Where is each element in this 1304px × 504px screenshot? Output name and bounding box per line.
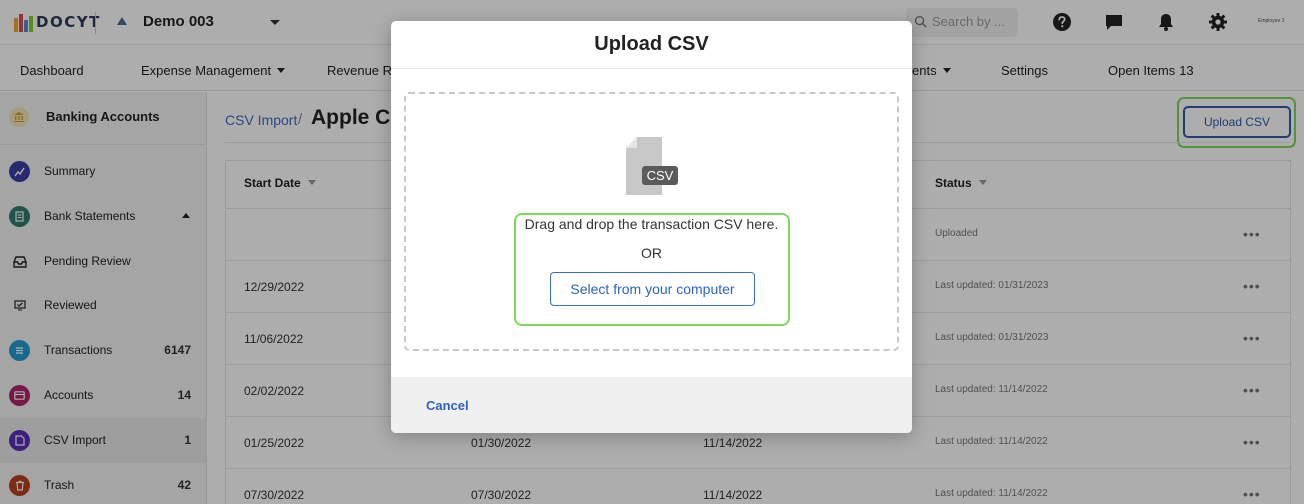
csv-file-icon: CSV <box>626 137 678 195</box>
select-from-computer-button[interactable]: Select from your computer <box>550 272 755 306</box>
modal-footer: Cancel <box>391 377 912 433</box>
cancel-button[interactable]: Cancel <box>426 398 469 413</box>
modal-title: Upload CSV <box>594 33 709 55</box>
csv-dropzone[interactable]: CSV Drag and drop the transaction CSV he… <box>404 92 899 351</box>
modal-divider <box>391 68 912 69</box>
upload-csv-modal: Upload CSV CSV Drag and drop the transac… <box>391 21 912 433</box>
csv-badge-text: CSV <box>647 168 674 183</box>
drop-instruction: Drag and drop the transaction CSV here. <box>524 216 779 232</box>
or-separator: OR <box>641 245 662 261</box>
